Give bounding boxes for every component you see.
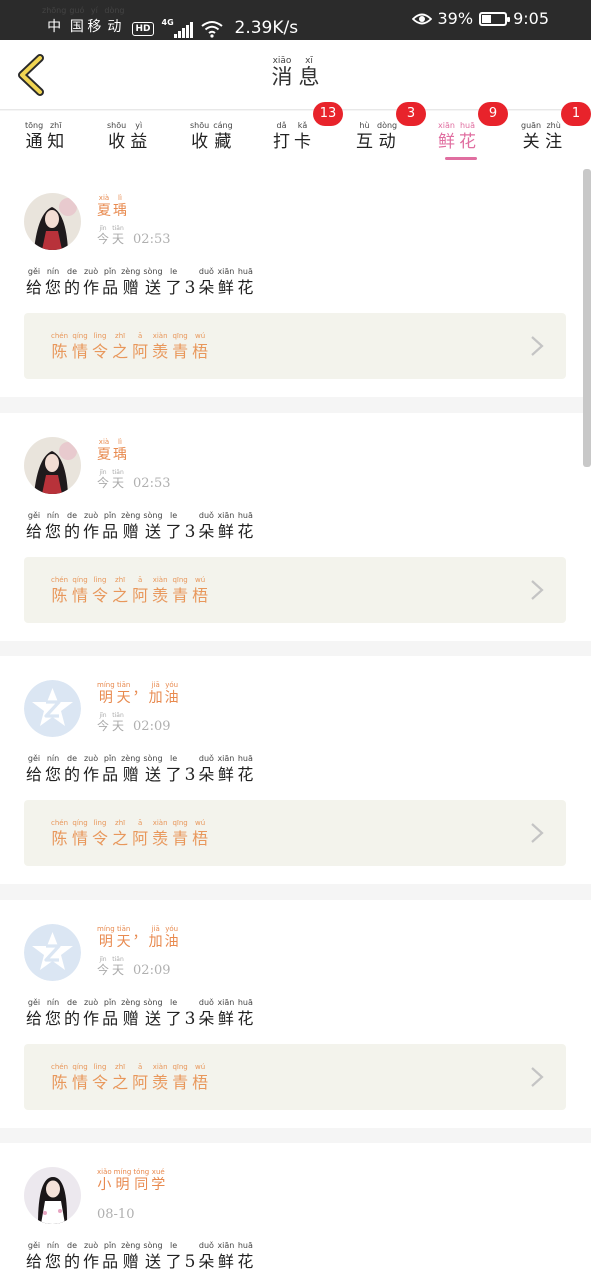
work-title: chén 陈 qíng 情 lìng 令 zhī 之 ā阿 xiàn 羡 qīng 青 wú… [51, 819, 209, 848]
message-time: jīn 今 tiān 天 02:53 [97, 225, 171, 247]
sender-name[interactable]: xiǎo 小 míng 明 tóng 同 xué 学 [97, 1168, 165, 1194]
message-date: 08-10 [97, 1207, 135, 1222]
work-title: chén 陈 qíng 情 lìng 令 zhī 之 ā阿 xiàn 羡 qīng 青 wú… [51, 576, 209, 605]
carrier-name: zhōng 中 guó 国 yí 移 dòng 动 [42, 6, 125, 35]
message-text: gěi 给 nín 您 de 的 zuò 作 pǐn 品 zèng 赠 sòng 送 le 了 … [26, 754, 254, 785]
message-text: gěi 给 nín 您 de 的 zuò 作 pǐn 品 zèng 赠 sòng 送 le 了 … [26, 998, 254, 1029]
message-card[interactable]: xià 夏 lì 瑀 jīn 今 tiān 天 02:53 gěi 给 nín 您 de 的 … [0, 413, 591, 641]
chevron-right-icon [531, 580, 544, 600]
tab-follow-badge: 1 [561, 102, 591, 126]
message-time: jīn 今 tiān 天 02:53 [97, 469, 171, 491]
wifi-icon [200, 21, 223, 38]
flower-count: 3 [184, 1009, 196, 1029]
message-list[interactable]: xià 夏 lì 瑀 jīn 今 tiān 天 02:53 gěi 给 nín 您 de 的 … [0, 169, 591, 1280]
network-speed: 2.39K/s [234, 18, 299, 38]
message-text: gěi 给 nín 您 de 的 zuò 作 pǐn 品 zèng 赠 sòng 送 le 了 … [26, 267, 254, 298]
message-time: jīn 今 tiān 天 02:09 [97, 712, 171, 734]
message-card[interactable]: xià 夏 lì 瑀 jīn 今 tiān 天 02:53 gěi 给 nín 您 de 的 … [0, 169, 591, 397]
default-star-avatar[interactable] [24, 680, 81, 737]
message-card[interactable]: xiǎo 小 míng 明 tóng 同 xué 学 08-10 gěi 给 nín 您 d… [0, 1143, 591, 1280]
tab-interact-badge: 3 [396, 102, 426, 126]
sender-name[interactable]: xià 夏 lì 瑀 [97, 194, 127, 220]
eye-comfort-icon [411, 13, 432, 24]
hd-voice-icon: HD [132, 22, 154, 36]
tab-checkin-badge: 13 [313, 102, 343, 126]
sender-name[interactable]: míng 明 tiān 天 ， jiā 加 yóu 油 [97, 681, 179, 707]
active-tab-indicator [445, 157, 477, 160]
tab-income[interactable]: shōu 收 yì 益 [107, 121, 147, 153]
flower-count: 3 [184, 278, 196, 298]
chevron-right-icon [531, 336, 544, 356]
default-star-avatar[interactable] [24, 924, 81, 981]
status-bar: zhōng 中 guó 国 yí 移 dòng 动 HD 4G 2.39K/s 39% … [0, 0, 591, 40]
card-divider [0, 884, 591, 900]
girl-portrait-avatar[interactable] [24, 193, 81, 250]
work-title: chén 陈 qíng 情 lìng 令 zhī 之 ā阿 xiàn 羡 qīng 青 wú… [51, 1063, 209, 1092]
tab-favorite[interactable]: shōu 收 cáng 藏 [190, 121, 233, 153]
chevron-right-icon [531, 823, 544, 843]
sender-name[interactable]: míng 明 tiān 天 ， jiā 加 yóu 油 [97, 925, 179, 951]
message-card[interactable]: míng 明 tiān 天 ， jiā 加 yóu 油 jīn 今 tiān 天 02:09… [0, 656, 591, 884]
tab-flowers[interactable]: xiān 鲜 huā 花 [438, 121, 476, 153]
battery-percent: 39% [437, 9, 474, 28]
tab-bar: tōng 通 zhī 知 shōu 收 yì 益 shōu 收 cáng 藏 dǎ 打 kǎ 卡… [0, 102, 591, 169]
tab-follow[interactable]: guān 关 zhù 注 [521, 121, 562, 153]
flower-count: 3 [184, 522, 196, 542]
tab-notice[interactable]: tōng 通 zhī 知 [25, 121, 64, 153]
girl-white-dress-avatar[interactable] [24, 1167, 81, 1224]
sender-name[interactable]: xià 夏 lì 瑀 [97, 438, 127, 464]
girl-portrait-avatar[interactable] [24, 437, 81, 494]
work-link[interactable]: chén 陈 qíng 情 lìng 令 zhī 之 ā阿 xiàn 羡 qīng 青 wú… [24, 800, 566, 866]
work-link[interactable]: chén 陈 qíng 情 lìng 令 zhī 之 ā阿 xiàn 羡 qīng 青 wú… [24, 313, 566, 379]
cell-signal-icon: 4G [162, 18, 193, 38]
message-card[interactable]: míng 明 tiān 天 ， jiā 加 yóu 油 jīn 今 tiān 天 02:09… [0, 900, 591, 1128]
message-time: jīn 今 tiān 天 02:09 [97, 956, 171, 978]
flower-count: 3 [184, 765, 196, 785]
tab-checkin[interactable]: dǎ 打 kǎ 卡 [273, 121, 311, 153]
page-header: xiāo 消 xī 息 [0, 40, 591, 110]
tab-flowers-badge: 9 [478, 102, 508, 126]
work-link[interactable]: chén 陈 qíng 情 lìng 令 zhī 之 ā阿 xiàn 羡 qīng 青 wú… [24, 1044, 566, 1110]
page-title: xiāo 消 xī 息 [271, 56, 320, 89]
message-text: gěi 给 nín 您 de 的 zuò 作 pǐn 品 zèng 赠 sòng 送 le 了 … [26, 511, 254, 542]
card-divider [0, 641, 591, 657]
battery-icon [479, 11, 511, 26]
card-divider [0, 1128, 591, 1144]
clock: 9:05 [513, 9, 549, 28]
chevron-right-icon [531, 1067, 544, 1087]
scrollbar[interactable] [583, 169, 591, 467]
work-title: chén 陈 qíng 情 lìng 令 zhī 之 ā阿 xiàn 羡 qīng 青 wú… [51, 332, 209, 361]
message-text: gěi 给 nín 您 de 的 zuò 作 pǐn 品 zèng 赠 sòng 送 le 了 … [26, 1241, 254, 1272]
card-divider [0, 397, 591, 413]
tab-interact[interactable]: hù 互 dòng 动 [356, 121, 397, 153]
work-link[interactable]: chén 陈 qíng 情 lìng 令 zhī 之 ā阿 xiàn 羡 qīng 青 wú… [24, 557, 566, 623]
flower-count: 5 [184, 1252, 196, 1272]
